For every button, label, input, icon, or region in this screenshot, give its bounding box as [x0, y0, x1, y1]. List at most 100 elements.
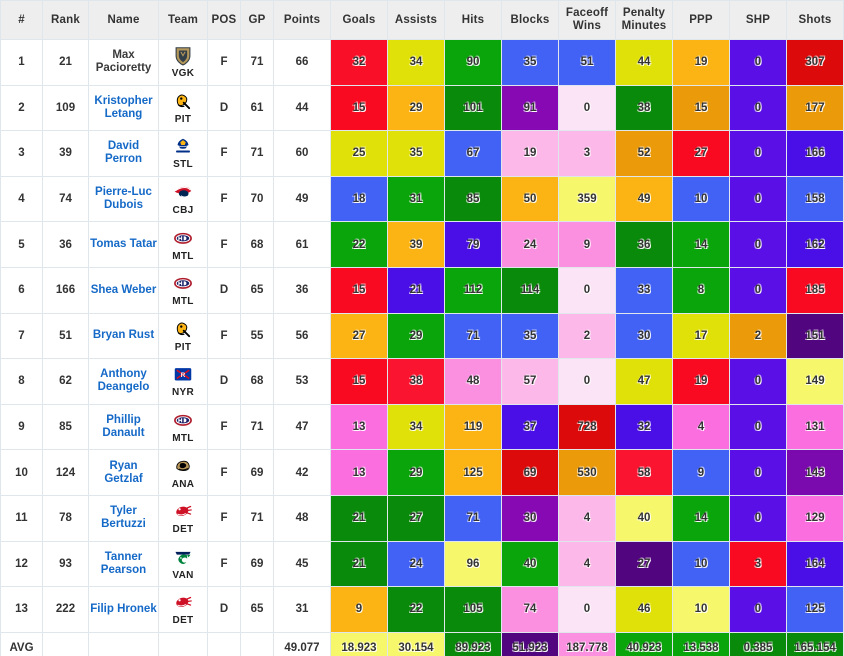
cell-num: 13 [0, 586, 43, 633]
cell-gp: 68 [240, 221, 274, 268]
cell-num: 8 [0, 358, 43, 405]
average-cell-ppp: 13.538 [672, 631, 730, 656]
cell-faceoff: 0 [558, 84, 616, 132]
table-row: 12 93 Tanner Pearson VAN F 69 45 21 24 96 40 4 27 10… [0, 540, 844, 588]
column-header-gp[interactable]: GP [240, 0, 274, 40]
column-header-ppp[interactable]: PPP [672, 0, 730, 40]
cell-pim: 40 [615, 494, 673, 542]
cell-hits: 112 [444, 266, 502, 314]
column-header-rank[interactable]: Rank [42, 0, 89, 40]
average-cell-hits: 89.923 [444, 631, 502, 656]
cell-points: 45 [273, 540, 331, 588]
cell-team: VGK [158, 39, 208, 86]
player-name-link[interactable]: Pierre-Luc Dubois [95, 186, 152, 211]
cell-pos: D [207, 266, 241, 314]
column-header-pim[interactable]: Penalty Minutes [615, 0, 673, 40]
cell-faceoff: 728 [558, 403, 616, 451]
player-name-link[interactable]: Bryan Rust [93, 329, 154, 341]
cell-shp: 2 [729, 312, 787, 360]
player-name-link[interactable]: David Perron [105, 140, 142, 165]
cell-pos: F [207, 494, 241, 542]
team-logo-icon [172, 136, 194, 158]
column-header-name[interactable]: Name [88, 0, 159, 40]
average-cell-shp: 0.385 [729, 631, 787, 656]
average-blank-cell [88, 631, 159, 656]
player-name-link[interactable]: Tyler Bertuzzi [101, 505, 146, 530]
average-label: AVG [0, 631, 43, 656]
cell-shots: 307 [786, 39, 844, 86]
player-name-link[interactable]: Shea Weber [91, 284, 157, 296]
cell-assists: 29 [387, 84, 445, 132]
column-header-blocks[interactable]: Blocks [501, 0, 559, 40]
cell-rank: 39 [42, 130, 89, 177]
player-name-link[interactable]: Phillip Danault [102, 414, 144, 439]
cell-faceoff: 530 [558, 449, 616, 496]
cell-num: 12 [0, 540, 43, 588]
cell-points: 61 [273, 221, 331, 268]
team-abbreviation: STL [173, 159, 193, 171]
cell-shots: 143 [786, 449, 844, 496]
cell-name: Ryan Getzlaf [88, 449, 159, 496]
cell-pos: F [207, 449, 241, 496]
player-name-link[interactable]: Tomas Tatar [90, 238, 157, 250]
cell-goals: 21 [330, 540, 388, 588]
cell-faceoff: 4 [558, 540, 616, 588]
column-header-team[interactable]: Team [158, 0, 208, 40]
player-name-link[interactable]: Filip Hronek [90, 603, 156, 615]
team-abbreviation: DET [172, 524, 194, 536]
cell-goals: 13 [330, 403, 388, 451]
cell-team: MTL [158, 403, 208, 451]
table-header: # Rank Name Team POS GP Points Goals Assists Hits… [0, 0, 844, 40]
player-name-link[interactable]: Ryan Getzlaf [104, 460, 142, 485]
column-header-points[interactable]: Points [273, 0, 331, 40]
cell-team: MTL [158, 266, 208, 314]
team-abbreviation: PIT [174, 341, 192, 353]
cell-faceoff: 0 [558, 266, 616, 314]
player-name-link[interactable]: Tanner Pearson [101, 551, 146, 576]
team-abbreviation: MTL [172, 433, 194, 445]
cell-gp: 71 [240, 403, 274, 451]
cell-shots: 131 [786, 403, 844, 451]
cell-pim: 47 [615, 358, 673, 405]
cell-faceoff: 0 [558, 586, 616, 633]
average-cell-goals: 18.923 [330, 631, 388, 656]
cell-name: Shea Weber [88, 266, 159, 314]
table-row: 9 85 Phillip Danault MTL F 71 47 13 34 119 37 728 3… [0, 403, 844, 451]
cell-points: 42 [273, 449, 331, 496]
average-blank-cell [240, 631, 274, 656]
player-name-link[interactable]: Anthony Deangelo [98, 368, 150, 393]
column-header-hits[interactable]: Hits [444, 0, 502, 40]
cell-faceoff: 2 [558, 312, 616, 360]
table-row: 7 51 Bryan Rust PIT F 55 56 27 29 71 35 2 30 17 2 151 [0, 312, 844, 360]
cell-shp: 0 [729, 39, 787, 86]
average-blank-cell [42, 631, 89, 656]
cell-pos: F [207, 175, 241, 223]
cell-blocks: 24 [501, 221, 559, 268]
column-header-goals[interactable]: Goals [330, 0, 388, 40]
column-header-shots[interactable]: Shots [786, 0, 844, 40]
cell-blocks: 91 [501, 84, 559, 132]
average-cell-points: 49.077 [273, 631, 331, 656]
team-logo-icon [172, 501, 194, 523]
cell-pos: F [207, 221, 241, 268]
cell-team: DET [158, 586, 208, 633]
column-header-assists[interactable]: Assists [387, 0, 445, 40]
column-header-shp[interactable]: SHP [729, 0, 787, 40]
cell-gp: 70 [240, 175, 274, 223]
cell-hits: 79 [444, 221, 502, 268]
column-header-pos[interactable]: POS [207, 0, 241, 40]
player-name-link[interactable]: Kristopher Letang [94, 95, 152, 120]
table-row: 8 62 Anthony Deangelo R NYR D 68 53 15 38 48 57 0 4… [0, 358, 844, 405]
cell-pos: F [207, 130, 241, 177]
cell-pim: 33 [615, 266, 673, 314]
cell-num: 9 [0, 403, 43, 451]
cell-ppp: 9 [672, 449, 730, 496]
cell-team: VAN [158, 540, 208, 588]
svg-text:R: R [181, 373, 186, 380]
average-blank-cell [207, 631, 241, 656]
column-header-num[interactable]: # [0, 0, 43, 40]
cell-blocks: 35 [501, 39, 559, 86]
average-cell-shots: 165.154 [786, 631, 844, 656]
cell-shots: 162 [786, 221, 844, 268]
column-header-faceoff[interactable]: Faceoff Wins [558, 0, 616, 40]
